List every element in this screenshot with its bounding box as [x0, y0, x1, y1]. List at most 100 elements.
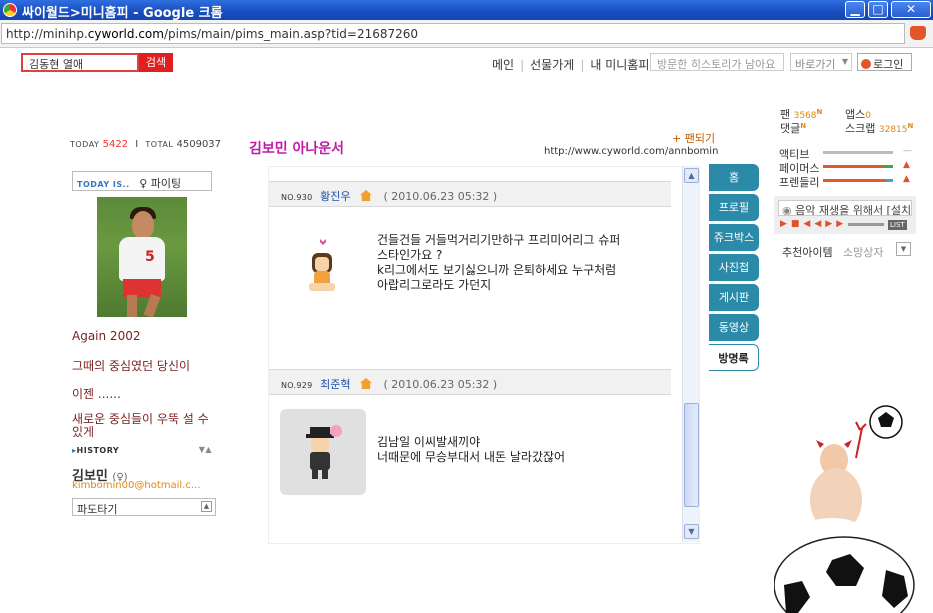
music-icon: ◉ [782, 204, 792, 216]
url-domain: cyworld.com [87, 27, 164, 41]
music-controls[interactable]: ▶■◀◀▶▶ [780, 219, 847, 229]
shortcut-label: 바로가기 [795, 58, 836, 71]
entry-message: 건들건들 거들먹거리기만하구 프리미어리그 슈퍼 스타인가요 ? k리그에서도 … [377, 233, 620, 293]
new-badge: N [800, 122, 807, 130]
scrap-value: 32815 [878, 125, 908, 135]
activity-bar-friendly: 프렌들리 ▲ [779, 174, 913, 190]
login-button[interactable]: 로그인 [857, 53, 912, 71]
minihome-icon[interactable] [359, 378, 372, 389]
chevron-up-icon: ▲ [201, 501, 212, 512]
tab-guestbook[interactable]: 방명록 [709, 344, 759, 371]
guestbook-entry-header: NO.929 최준혁 ( 2010.06.23 05:32 ) [269, 369, 671, 395]
history-header[interactable]: ▸HISTORY ▼▲ [72, 445, 212, 455]
message-line: 너때문에 무승부대서 내돈 날라갔잖어 [377, 450, 566, 464]
wave-label: 파도타기 [77, 503, 118, 516]
scrap-label: 스크랩 [845, 122, 876, 135]
scrap-stat[interactable]: 스크랩 32815N [845, 120, 913, 136]
tab-photo[interactable]: 사진첩 [709, 254, 759, 281]
address-bar: http://minihp.cyworld.com/pims/main/pims… [0, 20, 933, 48]
total-count: 4509037 [176, 139, 222, 150]
nav-giftshop-link[interactable]: 선물가게 [530, 58, 574, 72]
tab-profile[interactable]: 프로필 [709, 194, 759, 221]
message-line: k리그에서도 보기싫으니까 은퇴하세요 누구처럼 [377, 263, 617, 277]
new-badge: N [816, 108, 823, 116]
search-button[interactable]: 검색 [139, 53, 173, 72]
visit-history-dropdown[interactable]: 방문한 히스토리가 남아요 [650, 53, 784, 71]
message-line: 스타인가요 ? [377, 248, 443, 262]
shortcut-dropdown[interactable]: 바로가기 ▼ [790, 53, 852, 71]
stat-up-icon: ▲ [903, 160, 910, 170]
guestbook-scrollbar[interactable]: ▲ ▼ [682, 166, 699, 542]
url-suffix: /pims/main/pims_main.asp?tid=21687260 [163, 27, 419, 41]
chevron-down-icon: ▼ [841, 57, 848, 66]
intro-line: 이젠 ...... [72, 387, 121, 401]
stat-dash-icon: — [903, 146, 912, 156]
comment-stat[interactable]: 댓글N [780, 120, 806, 136]
tab-jukebox[interactable]: 쥬크박스 [709, 224, 759, 251]
message-line: 아랍리그로라도 가던지 [377, 278, 492, 292]
nav-separator: | [520, 58, 525, 72]
new-badge: N [907, 122, 914, 130]
profile-photo[interactable]: 5 [97, 197, 187, 317]
stat-bar-label: 프렌들리 [779, 176, 820, 189]
today-count: 5422 [102, 139, 129, 150]
tab-board[interactable]: 게시판 [709, 284, 759, 311]
nav-myhome-link[interactable]: 내 미니홈피 [590, 58, 649, 72]
entry-message: 김남일 이씨발새끼야 너때문에 무승부대서 내돈 날라갔잖어 [377, 435, 565, 465]
recommend-item[interactable]: 소망상자 [843, 244, 883, 260]
entry-date: ( 2010.06.23 05:32 ) [383, 190, 498, 203]
url-prefix: http://minihp. [6, 27, 88, 41]
homepage-url[interactable]: http://www.cyworld.com/annbomin [544, 146, 718, 157]
guestbook-entry-header: NO.930 황진우 ( 2010.06.23 05:32 ) [269, 181, 671, 207]
stat-bar-fill [823, 179, 886, 182]
search-input[interactable]: 김동현 열애 [21, 53, 139, 72]
maximize-button[interactable]: □ [868, 1, 888, 18]
chrome-icon [3, 3, 17, 17]
tab-video[interactable]: 동영상 [709, 314, 759, 341]
scroll-thumb[interactable] [684, 403, 699, 507]
history-label: HISTORY [76, 446, 120, 455]
nav-main-link[interactable]: 메인 [492, 58, 514, 72]
window-titlebar: 싸이월드>미니홈피 - Google 크롬 ▁ □ ✕ [0, 0, 933, 21]
guestbook-panel: NO.930 황진우 ( 2010.06.23 05:32 ) 건들건들 거들먹… [268, 166, 700, 544]
stat-up-icon: ▲ [903, 174, 910, 184]
message-line: 김남일 이씨발새끼야 [377, 435, 481, 449]
volume-slider[interactable] [848, 223, 884, 226]
baby-soccer-decoration [774, 405, 915, 613]
stat-bar-fill [823, 165, 883, 168]
mood-text: 파이팅 [150, 177, 182, 190]
comment-label: 댓글 [780, 122, 801, 135]
scroll-down-icon[interactable]: ▼ [684, 524, 699, 539]
tab-home[interactable]: 홈 [709, 164, 759, 191]
intro-line: 그때의 중심였던 당신이 [72, 359, 191, 373]
minihome-icon[interactable] [359, 190, 372, 201]
chevron-down-icon[interactable]: ▼ [896, 242, 911, 256]
login-icon [861, 59, 871, 69]
entry-number: NO.929 [281, 381, 313, 390]
topnav-links: 메인 | 선물가게 | 내 미니홈피 [492, 56, 649, 73]
window-title: 싸이월드>미니홈피 - Google 크롬 [22, 6, 223, 21]
music-text: 음악 재생을 위해서 [설치] [795, 204, 912, 216]
stat-bar [823, 151, 893, 154]
cyworld-cup-icon[interactable] [910, 26, 926, 40]
owner-email[interactable]: kimbomin00@hotmail.c... [72, 480, 200, 491]
minimi-avatar [280, 409, 366, 495]
music-player: ◉ 음악 재생을 위해서 [설치] ▶■◀◀▶▶ LIST [774, 196, 916, 234]
entry-author[interactable]: 황진우 [320, 190, 350, 203]
wave-dropdown[interactable]: 파도타기 ▲ [72, 498, 216, 516]
entry-date: ( 2010.06.23 05:32 ) [383, 378, 498, 391]
music-install-link[interactable]: ◉ 음악 재생을 위해서 [설치] [778, 200, 912, 216]
url-field[interactable]: http://minihp.cyworld.com/pims/main/pims… [1, 23, 905, 44]
playlist-button[interactable]: LIST [888, 220, 907, 230]
history-toggle-icon[interactable]: ▼▲ [199, 445, 212, 454]
close-button[interactable]: ✕ [891, 1, 931, 18]
today-label: TODAY [70, 140, 100, 149]
mood-symbol: ♀ [139, 177, 148, 190]
become-fan-link[interactable]: + 팬되기 [672, 130, 715, 146]
stat-bar [823, 165, 893, 168]
minimize-button[interactable]: ▁ [845, 1, 865, 18]
scroll-up-icon[interactable]: ▲ [684, 168, 699, 183]
entry-author[interactable]: 최준혁 [320, 378, 350, 391]
intro-line: Again 2002 [72, 329, 141, 343]
intro-line: 새로운 중심들이 우뚝 설 수 있게 [72, 412, 209, 439]
